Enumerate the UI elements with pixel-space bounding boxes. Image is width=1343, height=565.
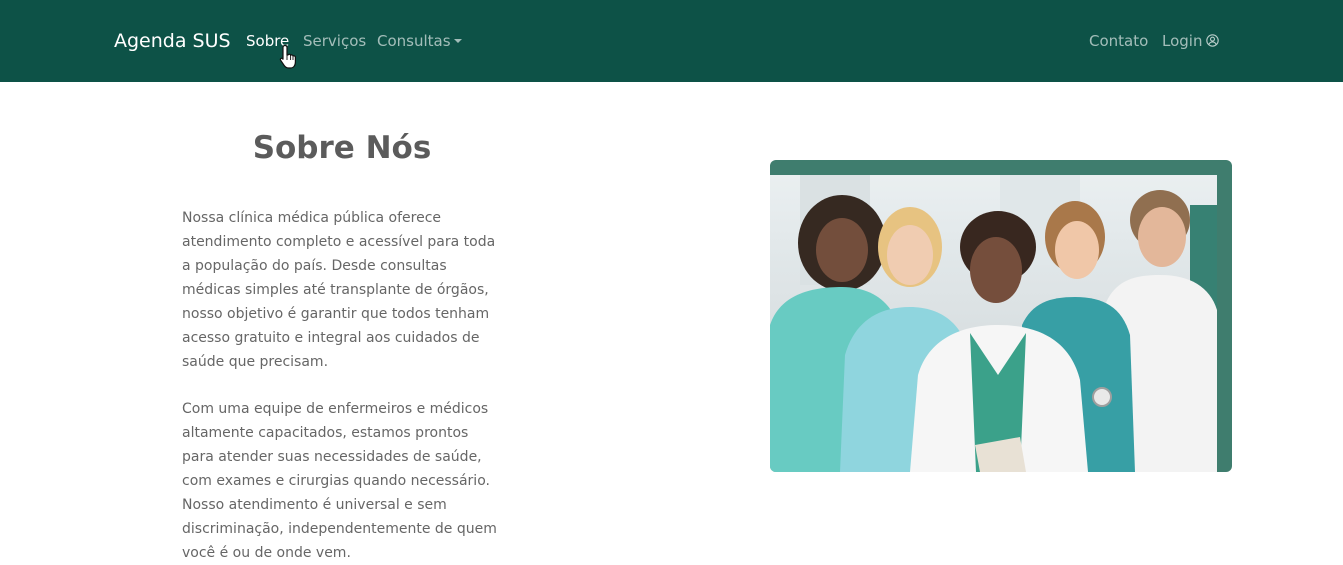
nav-dropdown-consultas[interactable]: Consultas xyxy=(377,31,462,51)
nav-link-login[interactable]: Login xyxy=(1162,31,1220,51)
caret-down-icon xyxy=(453,39,462,43)
page-title: Sobre Nós xyxy=(252,130,432,166)
hand-pointer-icon xyxy=(279,44,296,69)
nav-link-servicos[interactable]: Serviços xyxy=(303,31,366,51)
brand-logo[interactable]: Agenda SUS xyxy=(114,29,231,53)
team-photo-card xyxy=(770,160,1232,472)
navbar: Agenda SUS Sobre Serviços Consultas Cont… xyxy=(0,0,1343,82)
user-circle-icon xyxy=(1206,34,1220,47)
about-paragraph-1: Nossa clínica médica pública oferece ate… xyxy=(182,210,496,370)
about-section: Sobre Nós Nossa clínica médica pública o… xyxy=(0,82,1343,561)
medical-team-photo xyxy=(770,175,1217,472)
nav-dropdown-consultas-label: Consultas xyxy=(377,32,451,50)
about-paragraph-2: Com uma equipe de enfermeiros e médicos … xyxy=(182,401,497,561)
nav-link-login-label: Login xyxy=(1162,32,1203,50)
nav-link-contato[interactable]: Contato xyxy=(1089,31,1148,51)
